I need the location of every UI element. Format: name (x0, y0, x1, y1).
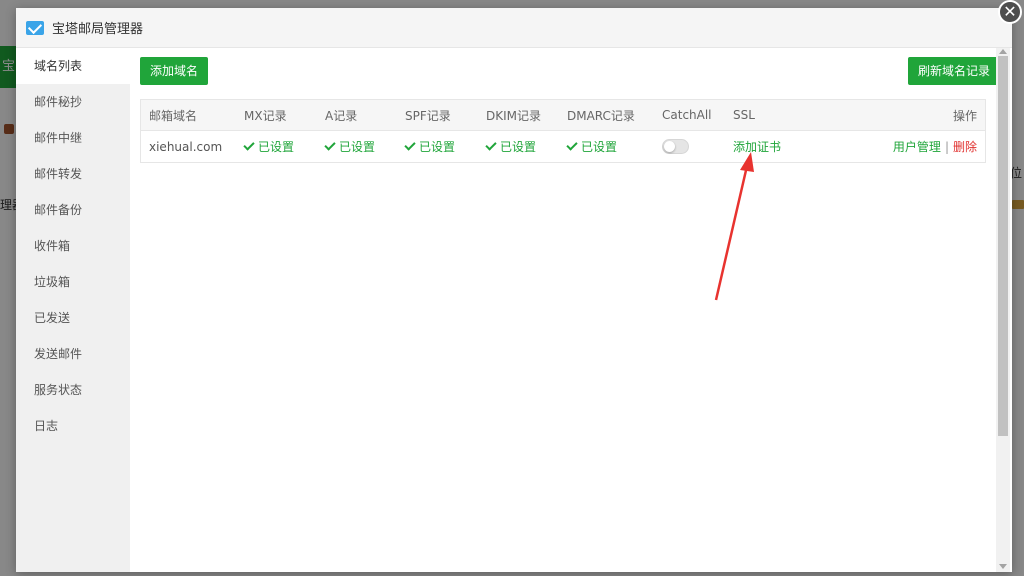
modal-title: 宝塔邮局管理器 (52, 22, 144, 37)
check-icon (485, 139, 497, 151)
a-status-cell: 已设置 (317, 138, 397, 155)
sidebar-item-spam[interactable]: 垃圾箱 (16, 264, 130, 300)
column-header-actions: 操作 (952, 108, 977, 123)
sidebar-item-mail-bcc[interactable]: 邮件秘抄 (16, 84, 130, 120)
scroll-thumb[interactable] (998, 56, 1008, 436)
sidebar-item-inbox[interactable]: 收件箱 (16, 228, 130, 264)
column-header-ssl: SSL (733, 108, 755, 122)
dmarc-status-cell: 已设置 (559, 138, 654, 155)
mail-manager-modal: 宝塔邮局管理器 域名列表 邮件秘抄 邮件中继 邮件转发 邮件备份 收件箱 垃圾箱… (16, 8, 1012, 572)
close-icon: ✕ (1003, 2, 1017, 21)
column-header-mx: MX记录 (244, 108, 287, 123)
ssl-cell: 添加证书 (725, 138, 865, 155)
add-domain-button[interactable]: 添加域名 (140, 57, 209, 85)
a-status-text: 已设置 (339, 140, 376, 154)
dkim-status-cell: 已设置 (478, 138, 559, 155)
spf-status-cell: 已设置 (397, 138, 478, 155)
domain-name-cell: xiehual.com (149, 139, 223, 154)
catchall-cell (654, 139, 725, 154)
sidebar-item-mail-backup[interactable]: 邮件备份 (16, 192, 130, 228)
action-separator: | (944, 140, 949, 154)
mx-status-text: 已设置 (258, 140, 295, 154)
actions-cell: 用户管理 | 删除 (865, 138, 985, 155)
sidebar: 域名列表 邮件秘抄 邮件中继 邮件转发 邮件备份 收件箱 垃圾箱 已发送 发送邮… (16, 48, 130, 572)
toggle-knob (664, 141, 675, 152)
sidebar-item-domain-list[interactable]: 域名列表 (16, 48, 130, 84)
spf-status-text: 已设置 (419, 140, 456, 154)
sidebar-item-send-mail[interactable]: 发送邮件 (16, 336, 130, 372)
table-row: xiehual.com 已设置 已设置 已设置 已设置 已设置 添加证书 用户管… (141, 131, 985, 162)
mx-status-cell: 已设置 (236, 138, 317, 155)
modal-header: 宝塔邮局管理器 (16, 8, 1012, 48)
dkim-status-text: 已设置 (500, 140, 537, 154)
column-header-catchall: CatchAll (662, 108, 712, 122)
user-management-link[interactable]: 用户管理 (893, 140, 941, 154)
check-icon (324, 139, 336, 151)
main-content: 添加域名 刷新域名记录 邮箱域名 MX记录 A记录 SPF记录 DKIM记录 D… (130, 48, 1012, 572)
add-certificate-link[interactable]: 添加证书 (733, 140, 781, 154)
domain-table: 邮箱域名 MX记录 A记录 SPF记录 DKIM记录 DMARC记录 Catch… (140, 99, 986, 163)
column-header-domain: 邮箱域名 (149, 108, 198, 123)
scroll-up-arrow-icon[interactable] (999, 49, 1007, 54)
column-header-dmarc: DMARC记录 (567, 108, 635, 123)
table-header: 邮箱域名 MX记录 A记录 SPF记录 DKIM记录 DMARC记录 Catch… (141, 100, 985, 131)
check-icon (404, 139, 416, 151)
sidebar-item-mail-forward[interactable]: 邮件转发 (16, 156, 130, 192)
catchall-toggle[interactable] (662, 139, 689, 154)
sidebar-item-sent[interactable]: 已发送 (16, 300, 130, 336)
check-icon (243, 139, 255, 151)
column-header-a: A记录 (325, 108, 358, 123)
sidebar-item-logs[interactable]: 日志 (16, 408, 130, 444)
sidebar-item-mail-relay[interactable]: 邮件中继 (16, 120, 130, 156)
column-header-spf: SPF记录 (405, 108, 451, 123)
toolbar: 添加域名 刷新域名记录 (140, 57, 1000, 85)
close-button[interactable]: ✕ (998, 0, 1022, 24)
mail-icon (26, 20, 44, 35)
vertical-scrollbar[interactable] (996, 48, 1010, 572)
scroll-down-arrow-icon[interactable] (999, 564, 1007, 569)
sidebar-item-service-status[interactable]: 服务状态 (16, 372, 130, 408)
dmarc-status-text: 已设置 (581, 140, 618, 154)
delete-link[interactable]: 删除 (953, 140, 977, 154)
refresh-domain-records-button[interactable]: 刷新域名记录 (907, 57, 1000, 85)
column-header-dkim: DKIM记录 (486, 108, 542, 123)
modal-body: 域名列表 邮件秘抄 邮件中继 邮件转发 邮件备份 收件箱 垃圾箱 已发送 发送邮… (16, 48, 1012, 572)
check-icon (566, 139, 578, 151)
